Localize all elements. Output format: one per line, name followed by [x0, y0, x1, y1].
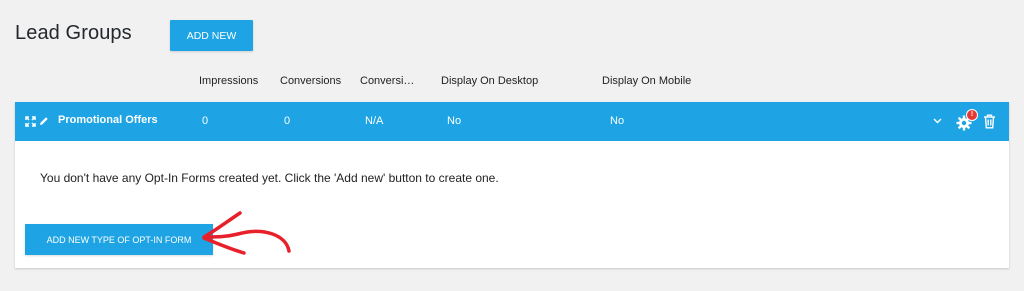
- chevron-down-icon[interactable]: [933, 118, 942, 124]
- group-conversions: 0: [284, 115, 291, 127]
- annotation-arrow: [202, 211, 291, 255]
- add-new-button[interactable]: ADD NEW: [170, 20, 253, 51]
- group-name: Promotional Offers: [58, 114, 158, 126]
- lead-group-card: Promotional Offers 0 0 N/A No No ! You d…: [15, 102, 1009, 268]
- column-header-impressions: Impressions: [199, 75, 259, 87]
- lead-group-header: Promotional Offers 0 0 N/A No No !: [15, 102, 1009, 141]
- expand-icon[interactable]: [25, 116, 36, 127]
- edit-pencil-icon[interactable]: [39, 116, 49, 126]
- notification-badge: !: [966, 109, 978, 121]
- trash-icon[interactable]: [983, 114, 996, 129]
- column-header-display-mobile: Display On Mobile: [602, 75, 692, 87]
- settings-gear-button[interactable]: !: [955, 109, 978, 132]
- empty-state-message: You don't have any Opt-In Forms created …: [40, 171, 499, 185]
- column-headers: Impressions Conversions Conversio… Displ…: [0, 75, 1024, 89]
- group-display-mobile: No: [610, 115, 625, 127]
- group-conversion-rate: N/A: [365, 115, 384, 127]
- page-title: Lead Groups: [15, 22, 132, 44]
- column-header-conversion-rate: Conversio…: [360, 75, 420, 87]
- group-impressions: 0: [202, 115, 209, 127]
- add-new-optin-type-button[interactable]: ADD NEW TYPE OF OPT-IN FORM: [25, 224, 213, 255]
- column-header-display-desktop: Display On Desktop: [441, 75, 539, 87]
- group-display-desktop: No: [447, 115, 462, 127]
- column-header-conversions: Conversions: [280, 75, 342, 87]
